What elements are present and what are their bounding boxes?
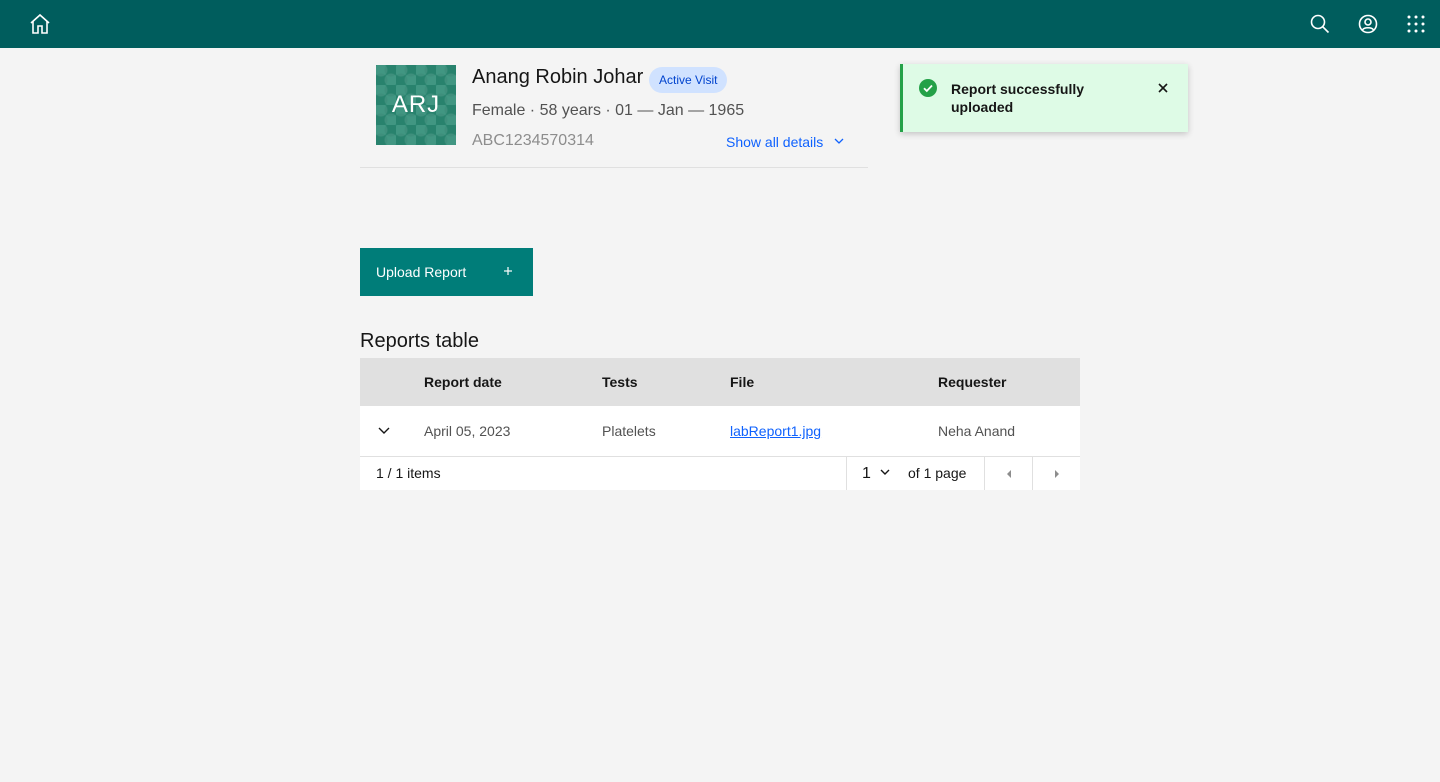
- caret-right-icon: [1053, 466, 1061, 482]
- chevron-down-icon: [833, 134, 845, 150]
- page-select[interactable]: 1: [846, 457, 898, 490]
- active-visit-tag: Active Visit: [649, 67, 728, 93]
- chevron-down-icon: [879, 465, 891, 483]
- upload-report-button[interactable]: Upload Report: [360, 248, 533, 296]
- app-switcher-icon[interactable]: [1392, 0, 1440, 48]
- home-icon[interactable]: [16, 0, 64, 48]
- upload-report-label: Upload Report: [376, 264, 467, 280]
- toast-message: Report successfully uploaded: [951, 81, 1085, 115]
- add-icon: [501, 264, 515, 281]
- next-page-button[interactable]: [1032, 457, 1080, 490]
- reports-table: Report date Tests File Requester April 0…: [360, 358, 1080, 490]
- checkmark-filled-icon: [919, 79, 937, 102]
- cell-file: labReport1.jpg: [730, 406, 821, 456]
- reports-table-title: Reports table: [360, 330, 479, 352]
- cell-report-date: April 05, 2023: [424, 423, 511, 439]
- cell-tests: Platelets: [602, 423, 656, 439]
- patient-demographics: Female · 58 years · 01 — Jan — 1965: [472, 102, 745, 119]
- success-toast: Report successfully uploaded: [900, 64, 1188, 132]
- page-select-value: 1: [862, 464, 871, 482]
- caret-left-icon: [1005, 466, 1013, 482]
- pagination: 1 / 1 items 1 of 1 page: [360, 457, 1080, 490]
- file-link[interactable]: labReport1.jpg: [730, 423, 821, 439]
- column-header-report-date[interactable]: Report date: [424, 358, 502, 406]
- show-all-details-link[interactable]: Show all details: [726, 134, 845, 150]
- user-avatar-icon[interactable]: [1344, 0, 1392, 48]
- patient-identifier: ABC1234570314: [472, 132, 594, 149]
- patient-avatar: ARJ: [376, 65, 456, 145]
- show-all-details-label: Show all details: [726, 134, 824, 150]
- column-header-tests[interactable]: Tests: [602, 358, 638, 406]
- cell-requester: Neha Anand: [938, 423, 1016, 439]
- chevron-down-icon: [377, 423, 391, 440]
- column-header-file[interactable]: File: [730, 358, 754, 406]
- expand-row-button[interactable]: [360, 406, 408, 456]
- search-icon[interactable]: [1296, 0, 1344, 48]
- close-icon[interactable]: [1149, 78, 1177, 98]
- table-row: April 05, 2023 Platelets labReport1.jpg …: [360, 406, 1080, 457]
- top-header: [0, 0, 1440, 48]
- patient-name: Anang Robin Johar: [472, 66, 644, 88]
- table-header: Report date Tests File Requester: [360, 358, 1080, 406]
- patient-banner: ARJ Anang Robin Johar Active Visit Femal…: [360, 48, 868, 168]
- page-total-label: of 1 page: [908, 465, 967, 481]
- pagination-item-count: 1 / 1 items: [376, 465, 441, 481]
- column-header-requester[interactable]: Requester: [938, 358, 1006, 406]
- previous-page-button[interactable]: [984, 457, 1032, 490]
